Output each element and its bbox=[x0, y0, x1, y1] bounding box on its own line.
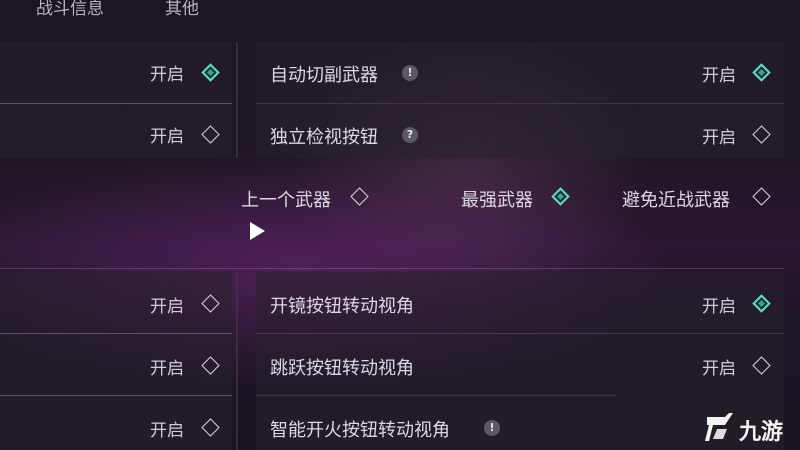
left-panel-bottom bbox=[0, 272, 232, 450]
toggle-value[interactable]: 开启 bbox=[702, 61, 736, 86]
diamond-unchecked-icon[interactable] bbox=[350, 187, 369, 206]
setting-label-independent-inspect-button: 独立检视按钮 bbox=[270, 127, 378, 148]
toggle-value[interactable]: 开启 bbox=[150, 416, 184, 441]
toggle-value: 开启 bbox=[150, 127, 184, 147]
setting-label-jump-button-camera: 跳跃按钮转动视角 bbox=[270, 358, 414, 379]
toggle-row-top-left-1[interactable]: 开启 bbox=[150, 60, 184, 85]
jiuyou-logo-icon bbox=[705, 413, 733, 441]
setting-label-scope-button-camera: 开镜按钮转动视角 bbox=[270, 296, 414, 317]
weapon-option-avoid-melee[interactable]: 避免近战武器 bbox=[622, 186, 730, 212]
toggle-value[interactable]: 开启 bbox=[702, 123, 736, 148]
info-icon[interactable]: ! bbox=[484, 420, 500, 436]
toggle-row-top-left-2[interactable]: 开启 bbox=[150, 122, 184, 147]
toggle-value[interactable]: 开启 bbox=[150, 292, 184, 317]
tab-combat-info[interactable]: 战斗信息 bbox=[36, 0, 104, 19]
left-panel-top bbox=[0, 42, 232, 158]
info-icon[interactable]: ! bbox=[402, 65, 418, 81]
row-divider bbox=[0, 103, 232, 104]
row-divider bbox=[0, 395, 232, 396]
weapon-option-strongest[interactable]: 最强武器 bbox=[461, 186, 533, 212]
diamond-checked-icon[interactable] bbox=[551, 187, 570, 206]
weapon-option-previous[interactable]: 上一个武器 bbox=[241, 186, 331, 212]
toggle-value[interactable]: 开启 bbox=[702, 292, 736, 317]
watermark-text: 九游 bbox=[739, 420, 784, 445]
row-divider bbox=[0, 333, 232, 334]
setting-label-auto-switch-secondary: 自动切副武器 bbox=[270, 65, 378, 86]
play-icon[interactable] bbox=[250, 222, 265, 240]
section-divider bbox=[0, 268, 784, 269]
toggle-value[interactable]: 开启 bbox=[150, 354, 184, 379]
help-icon[interactable]: ? bbox=[402, 127, 418, 143]
column-separator bbox=[236, 272, 238, 450]
toggle-value: 开启 bbox=[150, 65, 184, 85]
toggle-value[interactable]: 开启 bbox=[702, 354, 736, 379]
watermark-logo: 九游 bbox=[703, 407, 798, 447]
row-divider bbox=[256, 333, 784, 334]
diamond-unchecked-icon[interactable] bbox=[752, 187, 771, 206]
setting-label-smart-fire-button-camera: 智能开火按钮转动视角 bbox=[270, 420, 450, 441]
tab-other[interactable]: 其他 bbox=[165, 0, 199, 19]
row-divider bbox=[256, 103, 784, 104]
column-separator bbox=[236, 42, 238, 158]
row-divider bbox=[256, 395, 616, 396]
